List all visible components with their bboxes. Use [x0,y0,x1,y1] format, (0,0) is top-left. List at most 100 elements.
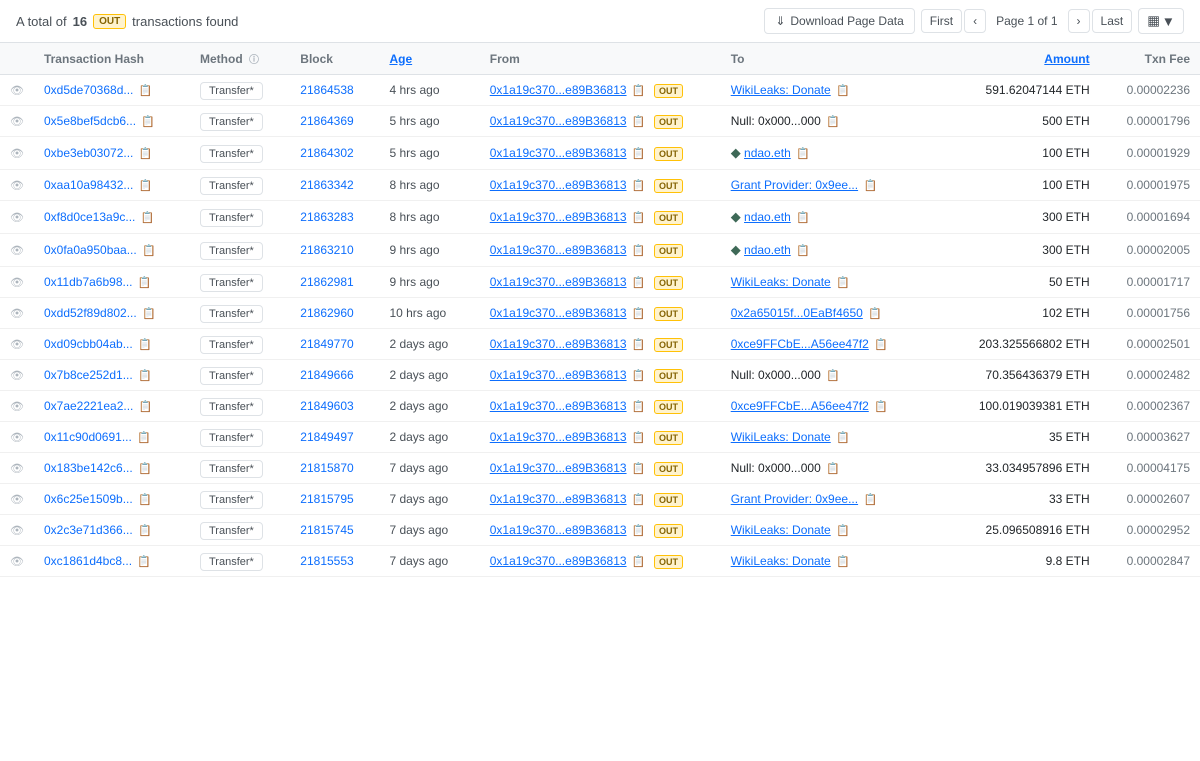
copy-to-button[interactable]: 📋 [824,369,842,382]
tx-hash-link[interactable]: 0xaa10a98432... [44,178,133,192]
eye-icon[interactable]: 👁 [10,494,24,506]
copy-hash-button[interactable]: 📋 [136,369,154,382]
block-link[interactable]: 21849497 [300,430,353,444]
copy-hash-button[interactable]: 📋 [137,84,155,97]
copy-to-button[interactable]: 📋 [794,211,812,224]
copy-to-button[interactable]: 📋 [834,431,852,444]
method-info-icon[interactable]: ⓘ [249,55,259,66]
eye-icon[interactable]: 👁 [10,432,24,444]
copy-from-button[interactable]: 📋 [630,462,648,475]
eye-icon[interactable]: 👁 [10,525,24,537]
tx-hash-link[interactable]: 0xf8d0ce13a9c... [44,210,135,224]
block-link[interactable]: 21862981 [300,275,353,289]
copy-from-button[interactable]: 📋 [630,431,648,444]
copy-from-button[interactable]: 📋 [630,179,648,192]
tx-hash-link[interactable]: 0x7b8ce252d1... [44,368,133,382]
copy-to-button[interactable]: 📋 [861,179,879,192]
to-address-link[interactable]: WikiLeaks: Donate [731,430,831,444]
block-link[interactable]: 21862960 [300,306,353,320]
to-address-link[interactable]: WikiLeaks: Donate [731,275,831,289]
copy-to-button[interactable]: 📋 [834,84,852,97]
last-page-button[interactable]: Last [1092,9,1133,33]
copy-to-button[interactable]: 📋 [834,276,852,289]
eye-icon[interactable]: 👁 [10,116,24,128]
copy-from-button[interactable]: 📋 [630,276,648,289]
copy-hash-button[interactable]: 📋 [139,211,157,224]
from-address-link[interactable]: 0x1a19c370...e89B36813 [490,243,627,257]
from-address-link[interactable]: 0x1a19c370...e89B36813 [490,523,627,537]
copy-hash-button[interactable]: 📋 [136,462,154,475]
block-link[interactable]: 21849603 [300,399,353,413]
tx-hash-link[interactable]: 0x2c3e71d366... [44,523,133,537]
from-address-link[interactable]: 0x1a19c370...e89B36813 [490,146,627,160]
copy-to-button[interactable]: 📋 [834,524,852,537]
tx-hash-link[interactable]: 0x7ae2221ea2... [44,399,133,413]
tx-hash-link[interactable]: 0x5e8bef5dcb6... [44,114,136,128]
copy-to-button[interactable]: 📋 [872,400,890,413]
to-address-link[interactable]: WikiLeaks: Donate [731,523,831,537]
eye-icon[interactable]: 👁 [10,463,24,475]
block-link[interactable]: 21849770 [300,337,353,351]
copy-from-button[interactable]: 📋 [630,307,648,320]
block-link[interactable]: 21864302 [300,146,353,160]
to-address-link[interactable]: ndao.eth [744,146,791,160]
block-link[interactable]: 21863342 [300,178,353,192]
filter-button[interactable]: ▦ ▼ [1138,8,1184,34]
block-link[interactable]: 21863210 [300,243,353,257]
copy-from-button[interactable]: 📋 [630,555,648,568]
to-address-link[interactable]: 0xce9FFCbE...A56ee47f2 [731,337,869,351]
from-address-link[interactable]: 0x1a19c370...e89B36813 [490,430,627,444]
copy-to-button[interactable]: 📋 [794,244,812,257]
eye-icon[interactable]: 👁 [10,180,24,192]
from-address-link[interactable]: 0x1a19c370...e89B36813 [490,461,627,475]
download-button[interactable]: ⇓ Download Page Data [764,8,914,34]
copy-to-button[interactable]: 📋 [794,147,812,160]
copy-from-button[interactable]: 📋 [630,493,648,506]
from-address-link[interactable]: 0x1a19c370...e89B36813 [490,399,627,413]
tx-hash-link[interactable]: 0x183be142c6... [44,461,133,475]
from-address-link[interactable]: 0x1a19c370...e89B36813 [490,306,627,320]
to-address-link[interactable]: ndao.eth [744,243,791,257]
copy-from-button[interactable]: 📋 [630,244,648,257]
from-address-link[interactable]: 0x1a19c370...e89B36813 [490,368,627,382]
next-page-button[interactable]: › [1068,9,1090,33]
copy-from-button[interactable]: 📋 [630,524,648,537]
prev-page-button[interactable]: ‹ [964,9,986,33]
eye-icon[interactable]: 👁 [10,401,24,413]
block-link[interactable]: 21864369 [300,114,353,128]
eye-icon[interactable]: 👁 [10,85,24,97]
block-link[interactable]: 21864538 [300,83,353,97]
block-link[interactable]: 21815795 [300,492,353,506]
tx-hash-link[interactable]: 0x11db7a6b98... [44,275,133,289]
copy-from-button[interactable]: 📋 [630,147,648,160]
from-address-link[interactable]: 0x1a19c370...e89B36813 [490,492,627,506]
to-address-link[interactable]: WikiLeaks: Donate [731,554,831,568]
block-link[interactable]: 21863283 [300,210,353,224]
copy-to-button[interactable]: 📋 [824,115,842,128]
tx-hash-link[interactable]: 0xd5de70368d... [44,83,133,97]
to-address-link[interactable]: Grant Provider: 0x9ee... [731,492,858,506]
copy-hash-button[interactable]: 📋 [137,179,155,192]
copy-from-button[interactable]: 📋 [630,338,648,351]
block-link[interactable]: 21849666 [300,368,353,382]
copy-hash-button[interactable]: 📋 [140,244,158,257]
eye-icon[interactable]: 👁 [10,245,24,257]
to-address-link[interactable]: Grant Provider: 0x9ee... [731,178,858,192]
block-link[interactable]: 21815870 [300,461,353,475]
from-address-link[interactable]: 0x1a19c370...e89B36813 [490,114,627,128]
eye-icon[interactable]: 👁 [10,556,24,568]
tx-hash-link[interactable]: 0xd09cbb04ab... [44,337,133,351]
tx-hash-link[interactable]: 0x6c25e1509b... [44,492,133,506]
from-address-link[interactable]: 0x1a19c370...e89B36813 [490,210,627,224]
from-address-link[interactable]: 0x1a19c370...e89B36813 [490,554,627,568]
copy-hash-button[interactable]: 📋 [136,524,154,537]
to-address-link[interactable]: WikiLeaks: Donate [731,83,831,97]
copy-to-button[interactable]: 📋 [872,338,890,351]
tx-hash-link[interactable]: 0xbe3eb03072... [44,146,133,160]
copy-from-button[interactable]: 📋 [630,400,648,413]
copy-hash-button[interactable]: 📋 [137,400,155,413]
block-link[interactable]: 21815553 [300,554,353,568]
to-address-link[interactable]: 0xce9FFCbE...A56ee47f2 [731,399,869,413]
block-link[interactable]: 21815745 [300,523,353,537]
tx-hash-link[interactable]: 0x11c90d0691... [44,430,132,444]
